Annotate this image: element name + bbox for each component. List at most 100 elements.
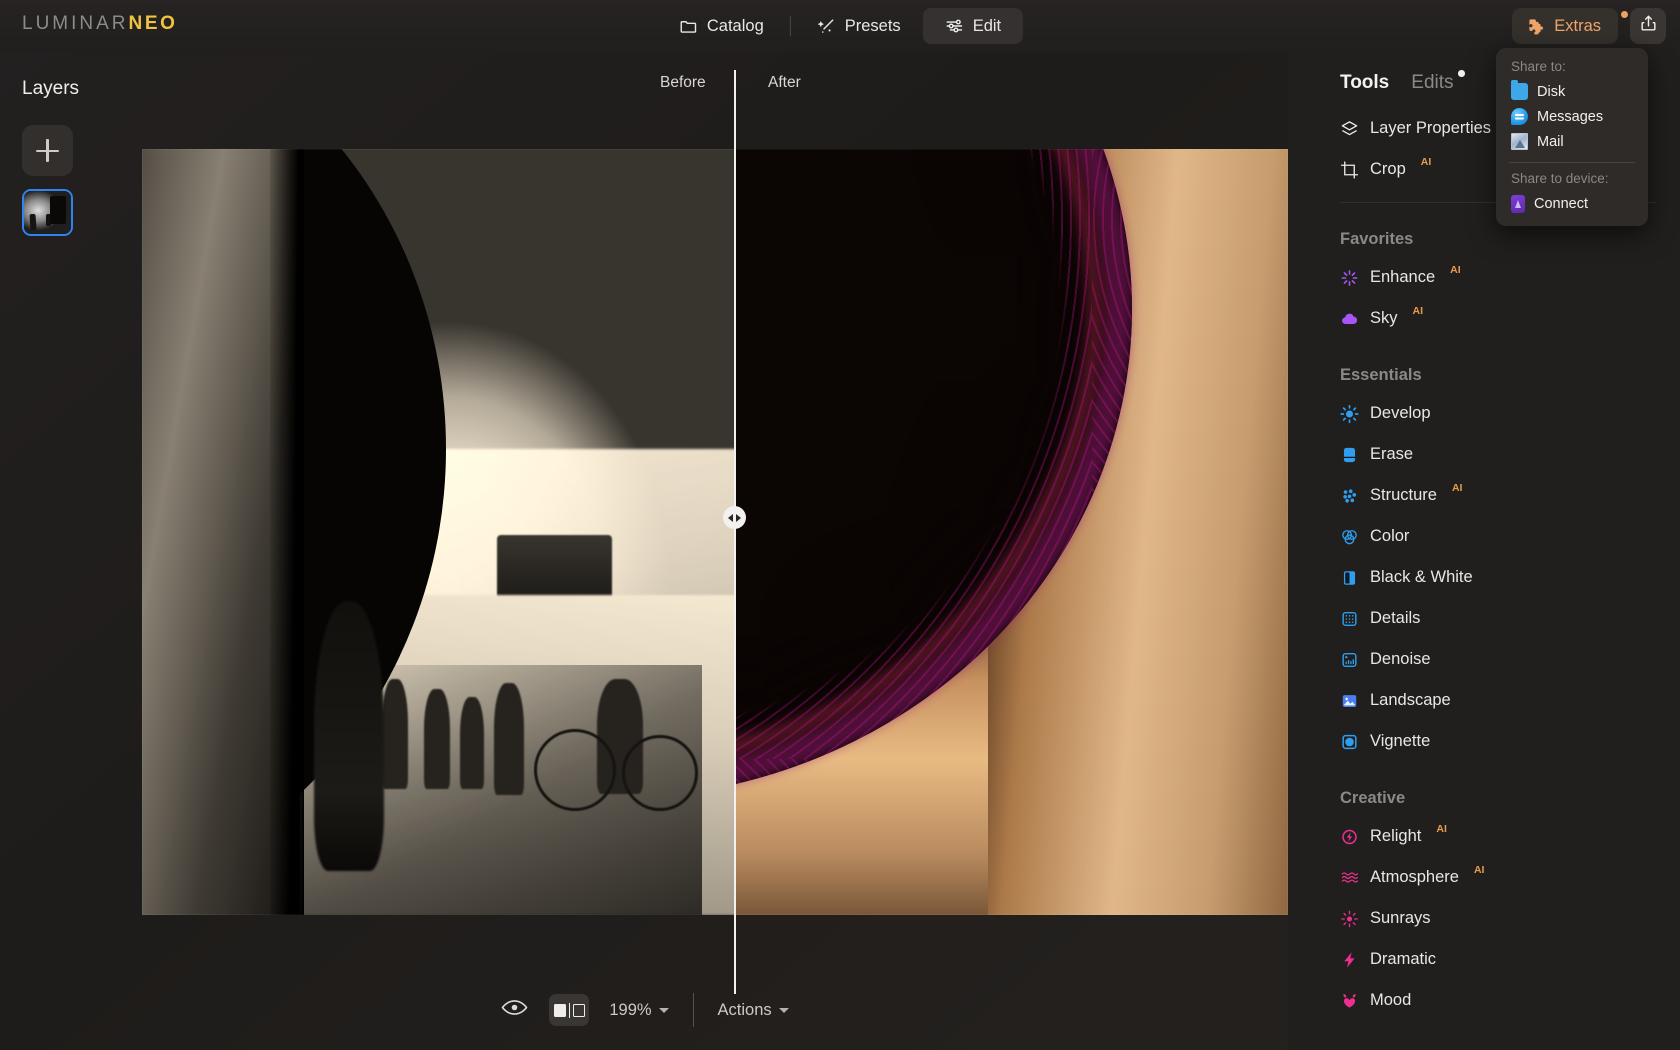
tool-black-and-white[interactable]: Black & White <box>1288 557 1680 598</box>
before-pedestrian <box>460 697 484 789</box>
cloud-icon <box>1340 309 1359 328</box>
compare-divider-icon <box>568 1002 571 1018</box>
tool-relight[interactable]: Relight AI <box>1288 816 1680 857</box>
ai-badge: AI <box>1451 482 1463 494</box>
tool-structure[interactable]: Structure AI <box>1288 475 1680 516</box>
tab-edit-label: Edit <box>972 16 1002 35</box>
top-right-actions: Extras <box>1512 8 1666 44</box>
before-pedestrian <box>494 683 524 795</box>
dramatic-icon <box>1340 950 1359 969</box>
tool-landscape-label: Landscape <box>1370 691 1451 709</box>
atmosphere-icon <box>1340 868 1359 887</box>
tool-layer-properties-label: Layer Properties <box>1370 119 1492 137</box>
eraser-icon <box>1340 445 1359 464</box>
tab-edits[interactable]: Edits <box>1411 70 1465 94</box>
share-to-header: Share to: <box>1511 59 1566 74</box>
tool-black-and-white-label: Black & White <box>1370 568 1473 586</box>
share-item-connect-label: Connect <box>1534 196 1589 212</box>
before-pedestrian <box>382 679 408 789</box>
tool-structure-label: Structure <box>1370 486 1437 504</box>
tool-sky-label: Sky <box>1370 309 1398 327</box>
layer-thumbnail-detail <box>50 196 66 224</box>
share-item-disk-label: Disk <box>1537 83 1566 100</box>
tool-develop[interactable]: Develop <box>1288 393 1680 434</box>
tool-enhance-label: Enhance <box>1370 268 1436 286</box>
layer-thumbnail-detail <box>29 213 37 231</box>
share-to-device-header: Share to device: <box>1511 171 1609 186</box>
tab-presets-label: Presets <box>844 16 901 35</box>
tool-dramatic[interactable]: Dramatic <box>1288 939 1680 980</box>
color-circles-icon <box>1340 527 1359 546</box>
extras-button[interactable]: Extras <box>1512 8 1628 44</box>
share-button[interactable] <box>1630 8 1666 44</box>
folder-icon <box>679 17 698 36</box>
tool-color[interactable]: Color <box>1288 516 1680 557</box>
share-menu-divider <box>1509 162 1635 163</box>
layer-thumbnail-selected[interactable] <box>22 189 73 236</box>
relight-icon <box>1340 827 1359 846</box>
tool-crop-label: Crop <box>1370 160 1406 178</box>
tool-mood[interactable]: Mood <box>1288 980 1680 1021</box>
tool-sunrays-label: Sunrays <box>1370 909 1431 927</box>
add-layer-button[interactable] <box>22 125 73 176</box>
layers-icon <box>1340 119 1359 138</box>
disk-folder-icon <box>1511 80 1528 100</box>
tool-erase[interactable]: Erase <box>1288 434 1680 475</box>
details-icon <box>1340 609 1359 628</box>
tab-catalog[interactable]: Catalog <box>657 8 786 44</box>
tool-details[interactable]: Details <box>1288 598 1680 639</box>
compare-split-handle[interactable] <box>723 506 746 529</box>
tool-enhance[interactable]: Enhance AI <box>1288 257 1680 298</box>
tool-mood-label: Mood <box>1370 991 1412 1009</box>
tab-edit[interactable]: Edit <box>922 8 1024 44</box>
mail-icon <box>1511 133 1528 150</box>
luminar-neo-window: LUMINARNEO Catalog Presets Edit Extras S… <box>0 0 1680 1050</box>
zoom-level-value: 199% <box>609 1000 652 1019</box>
tool-vignette[interactable]: Vignette <box>1288 721 1680 762</box>
tools-list: Layer Properties Crop AI Favorites Enhan… <box>1288 94 1680 1021</box>
section-favorites-title: Favorites <box>1340 230 1414 248</box>
ai-badge: AI <box>1412 305 1424 317</box>
extras-label: Extras <box>1554 16 1601 35</box>
preview-toggle-button[interactable] <box>499 997 529 1023</box>
share-item-mail[interactable]: Mail <box>1496 129 1648 154</box>
chevron-down-icon <box>658 1007 669 1013</box>
share-dropdown-menu: Share to: Disk Messages Mail Share to de… <box>1496 48 1648 226</box>
zoom-level-selector[interactable]: 199% <box>609 1000 669 1020</box>
tool-landscape[interactable]: Landscape <box>1288 680 1680 721</box>
magic-wand-icon <box>817 17 836 36</box>
crop-icon <box>1340 160 1359 179</box>
before-child-silhouette <box>314 601 384 871</box>
logo-accent-text: NEO <box>128 13 178 34</box>
tool-sky[interactable]: Sky AI <box>1288 298 1680 339</box>
tool-erase-label: Erase <box>1370 445 1414 463</box>
tool-relight-label: Relight <box>1370 827 1422 845</box>
tab-tools[interactable]: Tools <box>1340 72 1389 94</box>
tab-presets[interactable]: Presets <box>795 8 923 44</box>
actions-menu-button[interactable]: Actions <box>718 1001 789 1020</box>
tool-denoise-label: Denoise <box>1370 650 1431 668</box>
tool-sunrays[interactable]: Sunrays <box>1288 898 1680 939</box>
tool-dramatic-label: Dramatic <box>1370 950 1437 968</box>
landscape-icon <box>1340 691 1359 710</box>
app-logo: LUMINARNEO <box>22 13 178 35</box>
main-nav-tabs: Catalog Presets Edit <box>657 8 1024 44</box>
before-bicycle-wheel <box>534 729 616 811</box>
before-image <box>142 149 734 915</box>
share-item-connect[interactable]: Connect <box>1496 191 1648 217</box>
chevron-right-icon <box>735 513 741 522</box>
image-canvas[interactable] <box>142 149 1288 915</box>
section-creative-title: Creative <box>1340 789 1406 807</box>
share-item-messages[interactable]: Messages <box>1496 104 1648 129</box>
share-item-disk[interactable]: Disk <box>1496 79 1648 104</box>
tool-atmosphere[interactable]: Atmosphere AI <box>1288 857 1680 898</box>
sun-icon <box>1340 404 1359 423</box>
compare-outline-square-icon <box>573 1003 586 1017</box>
chevron-left-icon <box>728 513 734 522</box>
compare-mode-button[interactable] <box>549 994 590 1026</box>
sparkle-icon <box>1340 268 1359 287</box>
mood-icon <box>1340 991 1359 1010</box>
logo-primary-text: LUMINAR <box>22 13 129 34</box>
messages-icon <box>1511 108 1528 125</box>
tool-denoise[interactable]: Denoise <box>1288 639 1680 680</box>
